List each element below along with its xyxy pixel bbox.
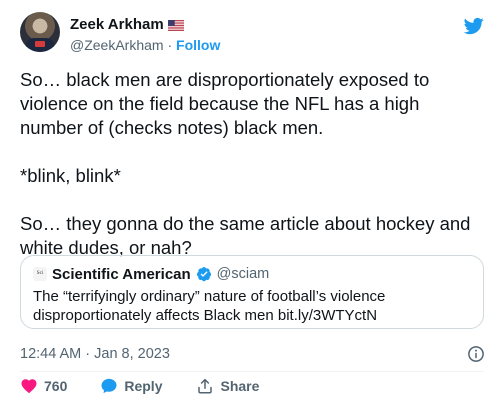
twitter-bird-icon[interactable] xyxy=(462,16,486,36)
quoted-tweet-text: The “terrifyingly ordinary” nature of fo… xyxy=(33,288,386,324)
quoted-account-handle: @sciam xyxy=(216,266,270,282)
handle-row: @ZeekArkham · Follow xyxy=(70,36,220,54)
share-label: Share xyxy=(220,378,260,394)
user-handle[interactable]: @ZeekArkham xyxy=(70,37,164,53)
reply-button[interactable]: Reply xyxy=(100,377,162,395)
quoted-account-avatar: Sci Am xyxy=(33,267,47,281)
name-row: Zeek Arkham xyxy=(70,15,184,35)
like-count: 760 xyxy=(44,378,68,394)
share-button[interactable]: Share xyxy=(196,377,259,395)
display-name[interactable]: Zeek Arkham xyxy=(70,15,164,35)
heart-icon xyxy=(21,379,37,394)
quoted-tweet-header: Sci Am Scientific American @sciam xyxy=(33,264,269,284)
reply-bubble-icon xyxy=(101,378,117,394)
avatar-shirt-logo xyxy=(35,41,45,47)
avatar[interactable] xyxy=(20,12,60,52)
handle-separator: · xyxy=(167,37,173,53)
reply-label: Reply xyxy=(124,378,163,394)
tweet-text: So… black men are disproportionately exp… xyxy=(20,69,471,258)
follow-button[interactable]: Follow xyxy=(176,37,220,53)
tweet-timestamp[interactable]: 12:44 AM · Jan 8, 2023 xyxy=(20,345,170,363)
info-icon[interactable] xyxy=(467,345,485,363)
tweet-card: Zeek Arkham @ZeekArkham · Follow So… bla… xyxy=(0,0,500,402)
quoted-account-name: Scientific American xyxy=(52,265,191,283)
action-bar: 760 Reply Share xyxy=(20,374,259,398)
quoted-tweet[interactable]: Sci Am Scientific American @sciam The “t… xyxy=(20,255,484,329)
divider xyxy=(20,371,484,372)
like-button[interactable]: 760 xyxy=(20,377,67,395)
verified-badge-icon xyxy=(196,267,211,282)
us-flag-icon xyxy=(167,19,184,31)
share-icon xyxy=(198,378,213,394)
